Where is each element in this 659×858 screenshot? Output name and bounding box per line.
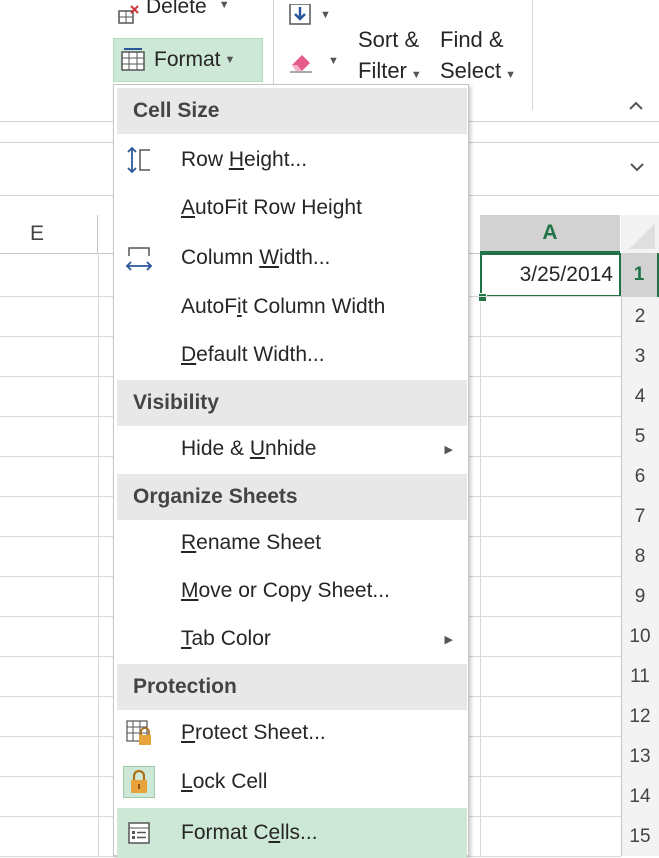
chevron-down-icon: ▼	[505, 69, 517, 81]
chevron-down-icon[interactable]	[629, 159, 645, 177]
submenu-arrow-icon: ▶	[444, 443, 453, 456]
row-header-15[interactable]: 15	[621, 817, 659, 857]
menu-item-label: Hide & Unhide	[181, 437, 317, 460]
collapse-ribbon-icon[interactable]	[628, 98, 644, 116]
row-header-2[interactable]: 2	[621, 297, 659, 337]
row-header-13[interactable]: 13	[621, 737, 659, 777]
delete-cells-icon	[118, 5, 140, 25]
row-header-4[interactable]: 4	[621, 377, 659, 417]
section-protection: Protection	[117, 664, 467, 710]
menu-item-autofit-column-width[interactable]: AutoFit Column Width	[117, 283, 467, 331]
menu-item-label: AutoFit Column Width	[181, 295, 386, 318]
format-dropdown-menu: Cell Size Row Height... AutoFit Row Heig…	[113, 84, 469, 858]
sort-filter-button[interactable]: Sort & Filter ▼	[358, 24, 422, 91]
select-all-triangle-icon	[629, 223, 655, 249]
find-select-button[interactable]: Find & Select ▼	[440, 24, 516, 91]
menu-item-rename-sheet[interactable]: Rename Sheet	[117, 519, 467, 567]
chevron-down-icon: ▼	[410, 69, 422, 81]
delete-button[interactable]: Delete ▼	[118, 0, 230, 30]
row-header-3[interactable]: 3	[621, 337, 659, 377]
menu-item-autofit-row-height[interactable]: AutoFit Row Height	[117, 184, 467, 232]
menu-item-default-width[interactable]: Default Width...	[117, 331, 467, 379]
column-header-a[interactable]: A	[480, 215, 620, 253]
format-label: Format	[154, 48, 221, 71]
column-gridline	[98, 253, 99, 856]
row-header-7[interactable]: 7	[621, 497, 659, 537]
menu-item-label: Row Height...	[181, 148, 308, 171]
find-select-label-line1: Find &	[440, 27, 504, 52]
row-header-14[interactable]: 14	[621, 777, 659, 817]
active-cell-a1[interactable]: 3/25/2014	[480, 253, 621, 297]
fill-icon	[288, 3, 312, 26]
ribbon-separator	[532, 0, 533, 110]
menu-item-protect-sheet[interactable]: Protect Sheet...	[117, 709, 467, 757]
menu-item-lock-cell[interactable]: Lock Cell	[117, 758, 467, 806]
row-header-12[interactable]: 12	[621, 697, 659, 737]
sort-filter-label-line2: Filter	[358, 58, 407, 83]
row-header-8[interactable]: 8	[621, 537, 659, 577]
chevron-down-icon: ▼	[224, 54, 236, 66]
menu-item-label: Column Width...	[181, 246, 331, 269]
select-all-corner[interactable]	[621, 215, 659, 253]
menu-item-label: Rename Sheet	[181, 531, 322, 554]
section-visibility: Visibility	[117, 380, 467, 426]
section-organize-sheets: Organize Sheets	[117, 474, 467, 520]
chevron-down-icon: ▼	[328, 55, 339, 67]
submenu-arrow-icon: ▶	[444, 633, 453, 646]
row-header-6[interactable]: 6	[621, 457, 659, 497]
clear-button[interactable]: ▼	[288, 46, 339, 76]
menu-item-hide-unhide[interactable]: Hide & Unhide ▶	[117, 425, 467, 473]
row-header-5[interactable]: 5	[621, 417, 659, 457]
sort-filter-label-line1: Sort &	[358, 27, 420, 52]
menu-item-move-copy-sheet[interactable]: Move or Copy Sheet...	[117, 567, 467, 615]
row-header-1[interactable]: 1	[621, 253, 659, 297]
menu-item-format-cells[interactable]: Format Cells...	[117, 808, 467, 858]
format-cells-icon	[120, 48, 146, 72]
menu-body: Cell Size Row Height... AutoFit Row Heig…	[115, 86, 467, 858]
section-cell-size: Cell Size	[117, 88, 467, 134]
lock-icon	[123, 766, 155, 798]
menu-item-label: AutoFit Row Height	[181, 196, 362, 219]
chevron-down-icon: ▼	[320, 9, 331, 21]
row-height-icon	[123, 144, 155, 176]
menu-item-column-width[interactable]: Column Width...	[117, 234, 467, 282]
menu-item-label: Move or Copy Sheet...	[181, 579, 390, 602]
find-select-label-line2: Select	[440, 58, 502, 83]
row-header-10[interactable]: 10	[621, 617, 659, 657]
row-header-9[interactable]: 9	[621, 577, 659, 617]
clear-eraser-icon	[288, 49, 316, 73]
menu-item-label: Protect Sheet...	[181, 721, 326, 744]
menu-item-tab-color[interactable]: Tab Color ▶	[117, 615, 467, 663]
column-header-e[interactable]: E	[0, 215, 98, 253]
row-header-11[interactable]: 11	[621, 657, 659, 697]
column-width-icon	[123, 242, 155, 274]
menu-item-row-height[interactable]: Row Height...	[117, 136, 467, 184]
fill-button[interactable]: ▼	[288, 0, 331, 30]
delete-label: Delete	[146, 0, 207, 18]
protect-sheet-icon	[123, 717, 155, 749]
chevron-down-icon: ▼	[218, 0, 230, 11]
column-gridline	[480, 253, 481, 856]
fill-handle[interactable]	[478, 293, 487, 302]
format-button[interactable]: Format ▼	[113, 38, 263, 82]
menu-item-label: Format Cells...	[181, 821, 318, 844]
menu-item-label: Lock Cell	[181, 770, 268, 793]
menu-item-label: Default Width...	[181, 343, 325, 366]
format-cells-dialog-icon	[123, 817, 155, 849]
menu-item-label: Tab Color	[181, 627, 271, 650]
